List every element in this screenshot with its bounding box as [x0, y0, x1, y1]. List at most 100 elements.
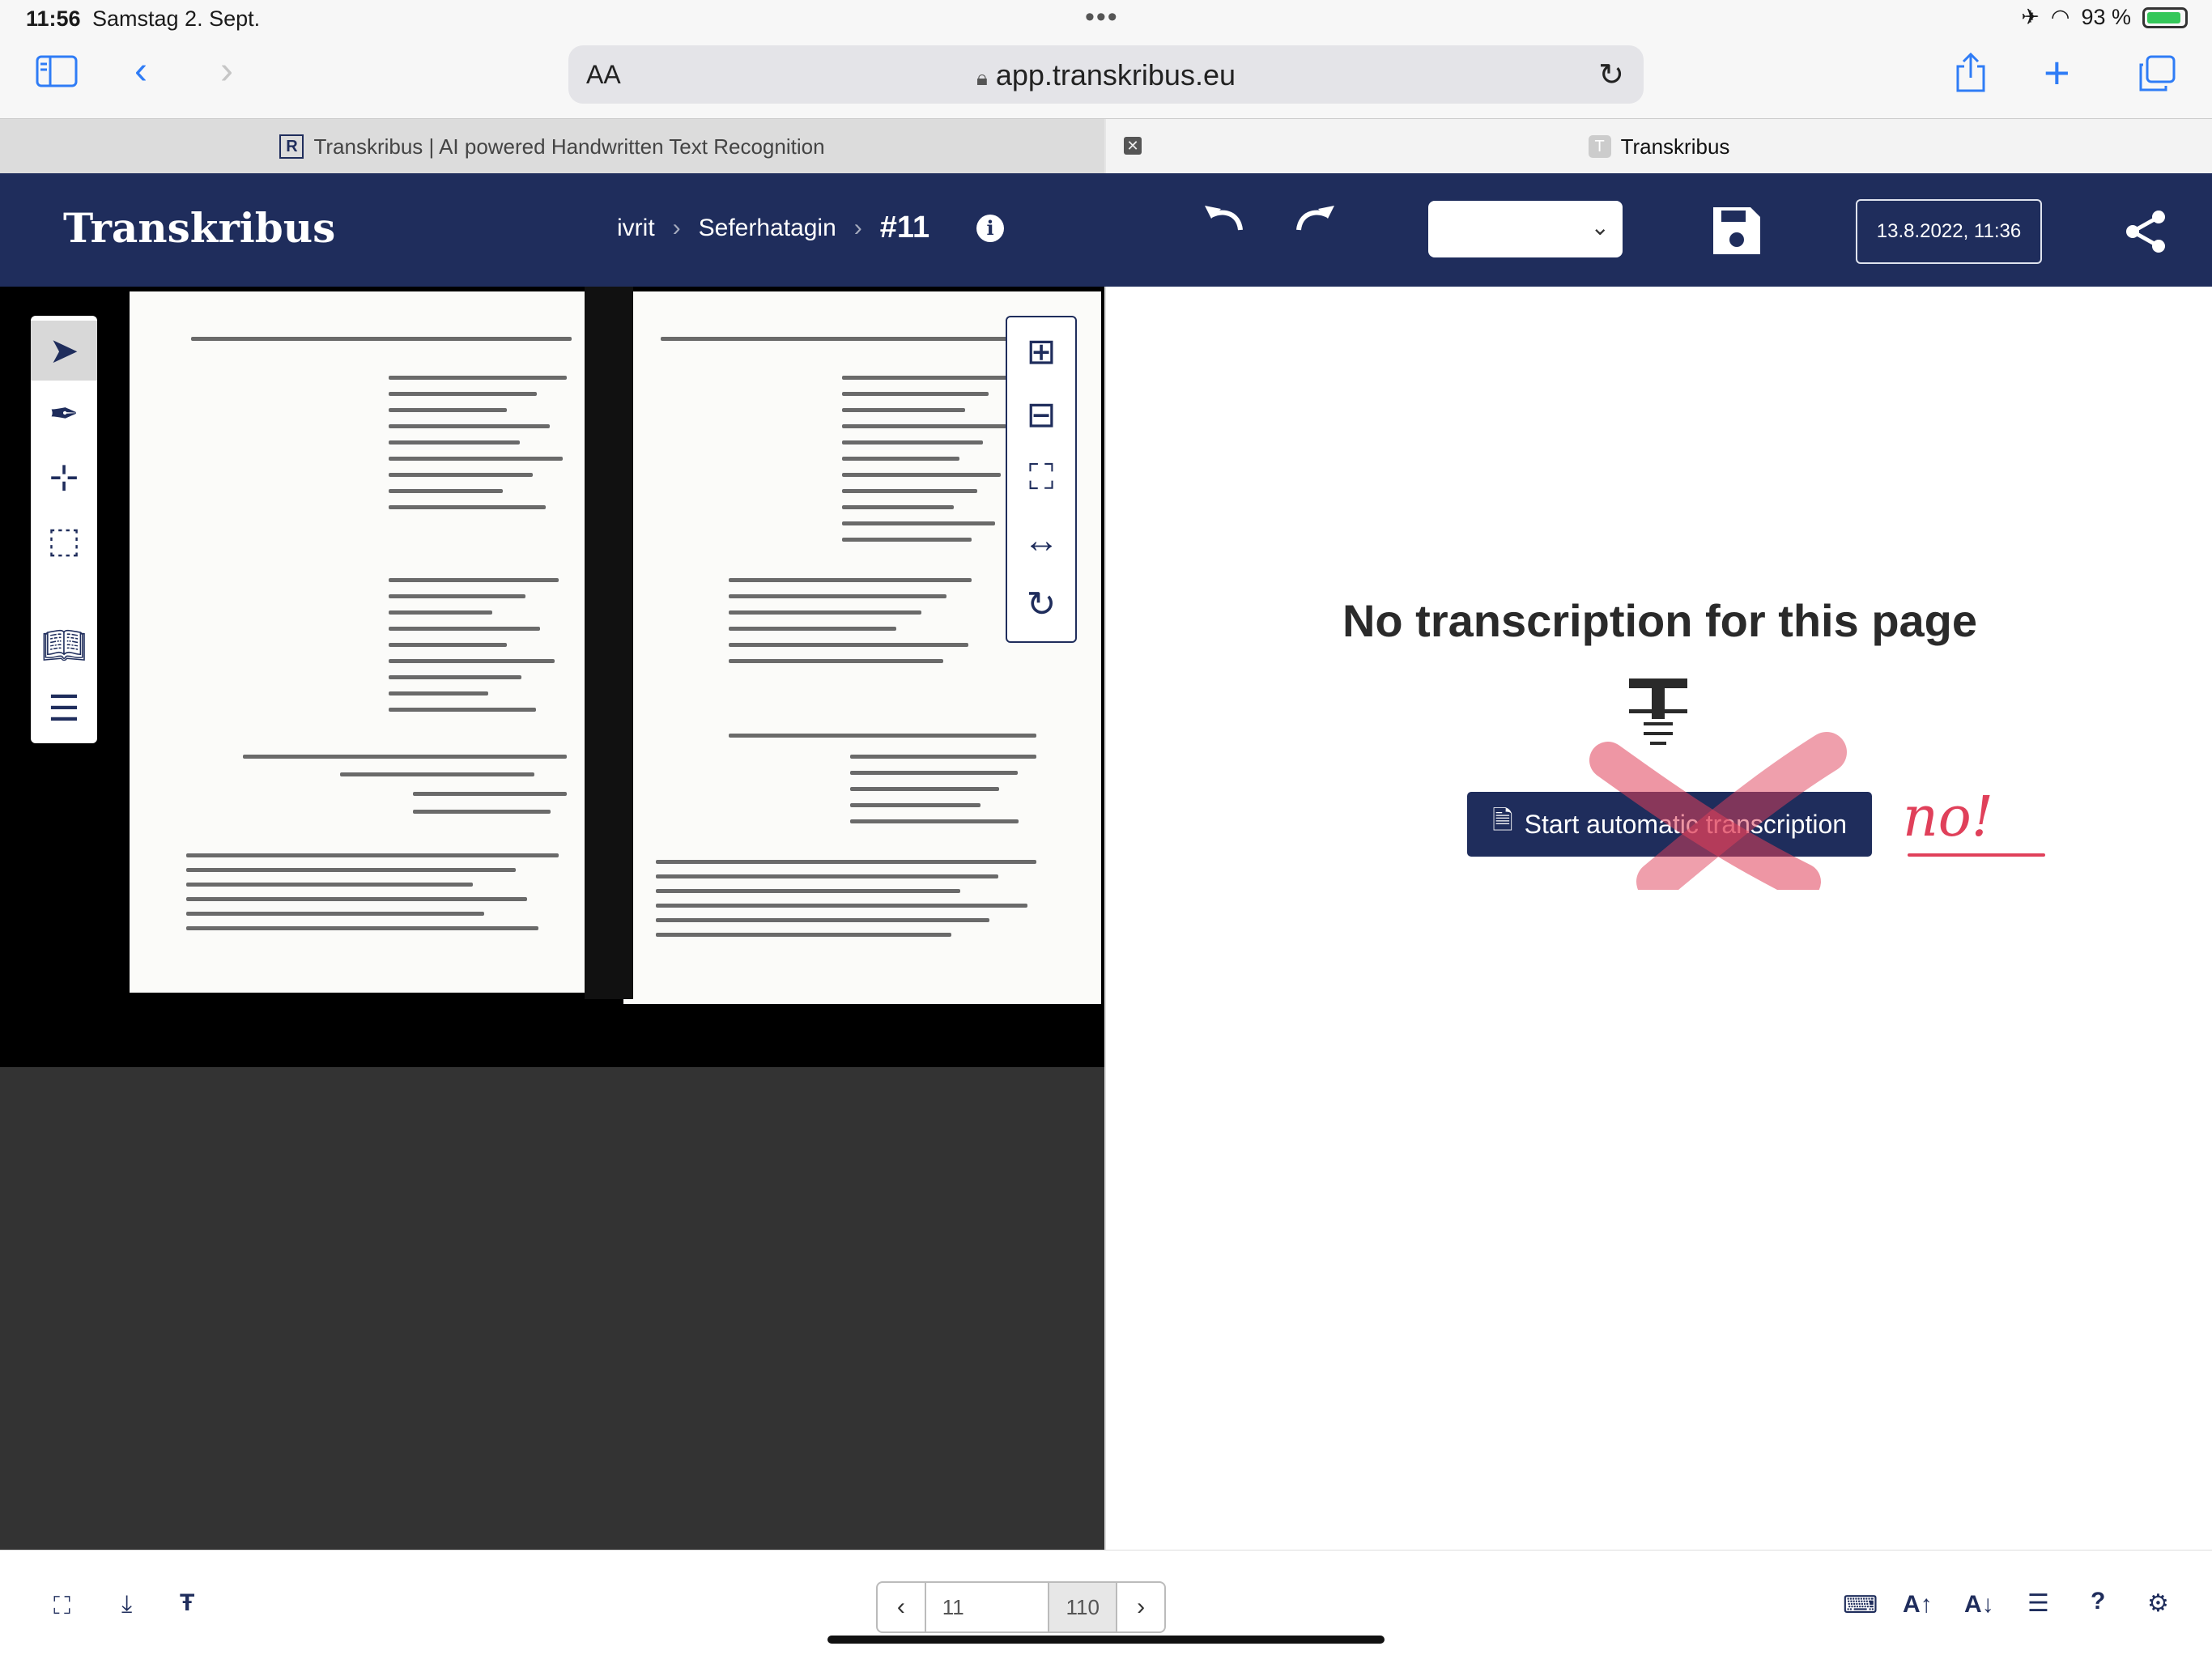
scan-text-line [389, 457, 563, 461]
zoom-in-icon[interactable]: ⊞ [1007, 321, 1075, 382]
breadcrumb-collection[interactable]: ivrit [617, 215, 655, 242]
next-page-button[interactable]: › [1117, 1583, 1164, 1631]
empty-transcription-message: No transcription for this page [1342, 595, 1978, 646]
app-header: Transkribus ivrit › Seferhatagin › #11 i… [0, 173, 2212, 287]
tab-transkribus-app[interactable]: T Transkribus [1106, 119, 2212, 174]
tab-transkribus-site[interactable]: R Transkribus | AI powered Handwritten T… [0, 119, 1104, 174]
fit-page-icon[interactable]: ⛶ [1007, 447, 1075, 508]
scan-text-line [729, 734, 1036, 738]
info-icon[interactable]: i [976, 214, 1005, 242]
scan-text-line [842, 392, 989, 396]
share-nodes-icon[interactable] [2125, 209, 2167, 258]
status-time: 11:56 [26, 6, 81, 31]
page-pagination: ‹ 11 110 › [876, 1581, 1166, 1633]
airplane-icon: ✈ [2021, 5, 2040, 29]
keyboard-icon[interactable]: ⌨ [1843, 1591, 1878, 1619]
scan-text-line [729, 643, 968, 647]
chevron-down-icon: ⌄ [1590, 215, 1610, 240]
scan-text-line [186, 883, 473, 887]
plus-icon[interactable]: + [2044, 50, 2070, 96]
scan-text-line [656, 889, 960, 893]
scan-text-line [389, 424, 550, 428]
breadcrumb-separator-icon: › [853, 214, 862, 241]
total-pages: 110 [1048, 1583, 1118, 1631]
chevron-left-icon[interactable]: ‹ [134, 52, 147, 91]
url-value: app.transkribus.eu [995, 58, 1236, 91]
scan-text-line [413, 792, 567, 796]
chevron-right-icon[interactable]: › [220, 52, 233, 91]
document-icon: 🗎 [1491, 806, 1513, 835]
decrease-font-icon[interactable]: A↓ [1964, 1591, 1994, 1619]
battery-level [2147, 11, 2180, 23]
scan-text-line [243, 755, 567, 759]
download-icon[interactable]: ⤓ [121, 1591, 132, 1619]
scan-text-lines [0, 287, 1104, 1067]
zoom-out-icon[interactable]: ⊟ [1007, 384, 1075, 445]
help-icon[interactable]: ? [2091, 1588, 2105, 1615]
transkribus-favicon-icon: R [279, 134, 304, 159]
add-region-icon[interactable]: ⊹ [31, 447, 97, 507]
text-format-icon[interactable]: Ŧ [180, 1589, 194, 1617]
scan-text-line [850, 803, 981, 807]
scan-text-line [656, 933, 951, 937]
pen-icon[interactable]: ✒ [31, 384, 97, 444]
model-select[interactable]: ⌄ [1428, 201, 1623, 257]
close-tab-icon[interactable]: ✕ [1124, 137, 1142, 155]
fit-width-icon[interactable]: ↔ [1007, 510, 1075, 572]
pointer-icon[interactable]: ➤ [31, 321, 97, 381]
settings-icon[interactable]: ⚙ [2147, 1589, 2169, 1618]
scan-text-line [186, 897, 527, 901]
list-icon[interactable]: ☰ [31, 678, 97, 738]
redo-icon[interactable] [1291, 198, 1339, 249]
increase-font-icon[interactable]: A↑ [1903, 1591, 1933, 1619]
tab-title: Transkribus [1620, 134, 1730, 159]
scan-text-line [842, 440, 983, 445]
tabs-icon[interactable] [2138, 55, 2176, 100]
scan-text-line [850, 771, 1018, 775]
previous-page-button[interactable]: ‹ [878, 1583, 925, 1631]
scan-text-line [842, 408, 965, 412]
last-saved-date[interactable]: 13.8.2022, 11:36 [1856, 199, 2042, 264]
scan-text-line [389, 610, 492, 615]
sidebar-icon[interactable] [36, 55, 78, 95]
scan-text-line [389, 392, 537, 396]
current-page-input[interactable]: 11 [924, 1583, 1049, 1631]
scan-text-line [389, 708, 536, 712]
scan-text-line [842, 489, 977, 493]
share-icon[interactable] [1953, 52, 1989, 101]
rotate-icon[interactable]: ↻ [1007, 573, 1075, 635]
scan-text-line [842, 457, 959, 461]
book-icon[interactable]: 📖︎ [31, 615, 97, 675]
status-bar: 11:56 Samstag 2. Sept. ••• ✈ ◠ 93 % [0, 0, 2212, 37]
battery-percent: 93 % [2081, 5, 2131, 29]
scan-text-line [842, 505, 954, 509]
address-bar[interactable]: AA 🔒︎ app.transkribus.eu ↻ [568, 45, 1644, 104]
scan-text-line [389, 473, 533, 477]
scan-text-line [842, 473, 1001, 477]
scan-text-line [656, 860, 1036, 864]
breadcrumb-separator-icon: › [672, 214, 681, 241]
breadcrumb: ivrit › Seferhatagin › #11 i [617, 211, 1005, 245]
annotation-cross-mark [1589, 732, 1847, 890]
tab-title: Transkribus | AI powered Handwritten Tex… [313, 134, 825, 159]
tab-bar: R Transkribus | AI powered Handwritten T… [0, 118, 2212, 175]
breadcrumb-document[interactable]: Seferhatagin [699, 215, 836, 242]
line-spacing-icon[interactable]: ☰ [2027, 1589, 2049, 1618]
undo-icon[interactable] [1200, 198, 1249, 249]
fullscreen-icon[interactable]: ⛶ [53, 1593, 70, 1620]
scan-text-line [842, 376, 1012, 380]
scan-text-line [850, 819, 1019, 823]
app-logo[interactable]: Transkribus [63, 204, 335, 252]
multitasking-dots-icon[interactable]: ••• [1085, 2, 1119, 33]
battery-icon [2142, 6, 2188, 28]
select-region-icon[interactable]: ⬚ [31, 510, 97, 570]
image-viewer[interactable]: ➤ ✒ ⊹ ⬚ 📖︎ ☰ ⊞ ⊟ ⛶ ↔ ↻ [0, 287, 1104, 1550]
status-right: ✈ ◠ 93 % [2021, 5, 2188, 30]
reload-icon[interactable]: ↻ [1598, 57, 1624, 93]
lock-icon: 🔒︎ [976, 66, 988, 90]
page-number: #11 [879, 211, 930, 245]
scan-text-line [186, 868, 516, 872]
home-indicator [827, 1636, 1385, 1644]
scan-text-line [729, 627, 896, 631]
save-icon[interactable] [1710, 204, 1763, 262]
